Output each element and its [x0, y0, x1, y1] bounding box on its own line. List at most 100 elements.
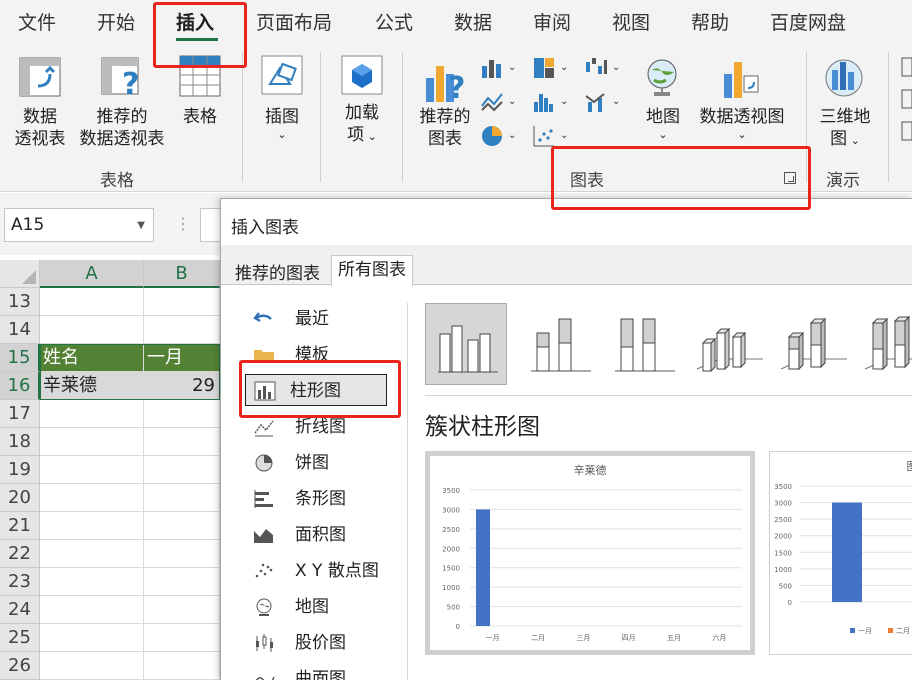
map-button[interactable]: 地图 ⌄: [640, 106, 686, 142]
y-tick-label: 3000: [774, 500, 792, 508]
recommended-charts-button[interactable]: 推荐的 图表: [412, 106, 478, 150]
recommended-pivot-button[interactable]: 推荐的 数据透视表: [72, 106, 172, 150]
tab-baidu-netdisk[interactable]: 百度网盘: [770, 8, 846, 35]
tab-recommended-charts[interactable]: 推荐的图表: [231, 259, 324, 284]
row-header-13[interactable]: 13: [0, 288, 40, 316]
row-header-14[interactable]: 14: [0, 316, 40, 344]
cell-b20[interactable]: [144, 484, 220, 512]
pivot-table-button[interactable]: 数据 透视表: [10, 106, 70, 150]
cell-a19[interactable]: [40, 456, 144, 484]
cell-a20[interactable]: [40, 484, 144, 512]
chart-type-label: 股价图: [295, 633, 346, 653]
addins-button[interactable]: 加载 项 ⌄: [334, 102, 390, 148]
cell-b21[interactable]: [144, 512, 220, 540]
select-all-corner[interactable]: [0, 260, 40, 288]
pie-chart-icon[interactable]: [480, 124, 504, 148]
tab-review[interactable]: 审阅: [533, 8, 571, 35]
chart-type-label: 最近: [295, 309, 329, 329]
tab-data[interactable]: 数据: [454, 8, 492, 35]
cell-b17[interactable]: [144, 400, 220, 428]
tab-formulas[interactable]: 公式: [375, 8, 413, 35]
tab-home[interactable]: 开始: [97, 8, 135, 35]
stacked-column-icon: [531, 318, 591, 372]
tab-help[interactable]: 帮助: [691, 8, 729, 35]
cell-a24[interactable]: [40, 596, 144, 624]
tab-view[interactable]: 视图: [612, 8, 650, 35]
clustered-column-thumb[interactable]: [425, 303, 507, 385]
cell-a22[interactable]: [40, 540, 144, 568]
name-box[interactable]: A15 ▼: [4, 208, 154, 242]
svg-text:?: ?: [122, 67, 139, 98]
chevron-down-icon[interactable]: ⌄: [560, 62, 568, 73]
chevron-down-icon[interactable]: ⌄: [612, 96, 620, 107]
statistic-chart-icon[interactable]: [532, 90, 556, 114]
chevron-down-icon[interactable]: ⌄: [508, 96, 516, 107]
cell-a18[interactable]: [40, 428, 144, 456]
hierarchy-chart-icon[interactable]: [532, 56, 556, 80]
stacked-column-thumb[interactable]: [519, 303, 601, 385]
cell-a17[interactable]: [40, 400, 144, 428]
illustrations-button[interactable]: 插图 ⌄: [256, 106, 308, 142]
tab-all-charts[interactable]: 所有图表: [331, 255, 413, 286]
row-header-18[interactable]: 18: [0, 428, 40, 456]
column-header-b[interactable]: B: [144, 260, 220, 288]
cell-b26[interactable]: [144, 652, 220, 680]
y-tick-label: 0: [456, 623, 460, 631]
tab-file[interactable]: 文件: [18, 8, 56, 35]
cell-b14[interactable]: [144, 316, 220, 344]
chevron-down-icon[interactable]: ⌄: [560, 96, 568, 107]
line-chart-icon[interactable]: [480, 90, 504, 114]
cell-b22[interactable]: [144, 540, 220, 568]
chart-preview-1[interactable]: 辛莱德 3500 3000 2500 2000 1500 1000 500 0 一月 二月 三月 四月 五…: [425, 451, 755, 655]
row-header-23[interactable]: 23: [0, 568, 40, 596]
cell-a21[interactable]: [40, 512, 144, 540]
preview-2-title: 图: [907, 460, 912, 473]
cell-a25[interactable]: [40, 624, 144, 652]
row-header-25[interactable]: 25: [0, 624, 40, 652]
waterfall-chart-icon[interactable]: [584, 56, 608, 80]
100-stacked-column-thumb[interactable]: [603, 303, 685, 385]
chevron-down-icon[interactable]: ⌄: [560, 130, 568, 141]
column-chart-icon[interactable]: [480, 56, 504, 80]
cell-a26[interactable]: [40, 652, 144, 680]
scatter-chart-icon: [255, 563, 273, 578]
cell-b19[interactable]: [144, 456, 220, 484]
chevron-down-icon[interactable]: ⌄: [612, 62, 620, 73]
row-header-15[interactable]: 15: [0, 344, 40, 372]
chart-preview-2[interactable]: 图 3500 3000 2500 2000 1500 1000 500 0 一月 二月: [769, 451, 912, 655]
cell-b24[interactable]: [144, 596, 220, 624]
3d-clustered-column-thumb[interactable]: [689, 303, 771, 385]
3d-map-button[interactable]: 三维地 图 ⌄: [812, 106, 878, 152]
row-header-21[interactable]: 21: [0, 512, 40, 540]
cell-b23[interactable]: [144, 568, 220, 596]
cell-a23[interactable]: [40, 568, 144, 596]
combo-chart-icon[interactable]: [584, 90, 608, 114]
row-header-16[interactable]: 16: [0, 372, 40, 400]
row-header-17[interactable]: 17: [0, 400, 40, 428]
row-header-26[interactable]: 26: [0, 652, 40, 680]
sparklines-icon[interactable]: [900, 56, 912, 146]
tab-page-layout[interactable]: 页面布局: [256, 8, 332, 35]
3d-100-stacked-column-thumb[interactable]: [857, 303, 912, 385]
row-header-19[interactable]: 19: [0, 456, 40, 484]
3d-100-stacked-column-icon: [864, 315, 912, 371]
row-header-20[interactable]: 20: [0, 484, 40, 512]
table-button[interactable]: 表格: [176, 106, 224, 128]
dropdown-arrow-icon[interactable]: ▼: [137, 220, 145, 231]
table-label: 表格: [183, 107, 217, 127]
cell-b18[interactable]: [144, 428, 220, 456]
preview-1-bar: [476, 509, 490, 626]
cell-a14[interactable]: [40, 316, 144, 344]
3d-stacked-column-thumb[interactable]: [773, 303, 855, 385]
bar-chart-icon: [254, 490, 273, 508]
column-header-a[interactable]: A: [40, 260, 144, 288]
row-header-22[interactable]: 22: [0, 540, 40, 568]
chevron-down-icon[interactable]: ⌄: [508, 62, 516, 73]
cell-a13[interactable]: [40, 288, 144, 316]
chevron-down-icon[interactable]: ⌄: [508, 130, 516, 141]
pivot-chart-button[interactable]: 数据透视图 ⌄: [694, 106, 790, 142]
cell-b25[interactable]: [144, 624, 220, 652]
row-header-24[interactable]: 24: [0, 596, 40, 624]
scatter-chart-icon[interactable]: [532, 124, 556, 148]
cell-b13[interactable]: [144, 288, 220, 316]
